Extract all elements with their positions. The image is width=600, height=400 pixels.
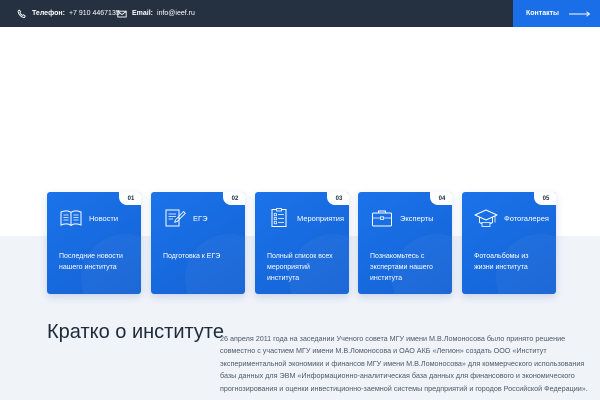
card-title: Фотогалерея (504, 213, 549, 223)
email-value[interactable]: info@ieef.ru (157, 10, 195, 17)
card-description: Полный список всех мероприятий института (267, 253, 333, 282)
card-number: 02 (223, 192, 245, 205)
card-title: Мероприятия (297, 213, 345, 223)
email-contact[interactable]: Email: info@ieef.ru (117, 0, 195, 27)
card-number: 03 (327, 192, 349, 205)
phone-icon (17, 9, 27, 19)
card-number: 01 (119, 192, 141, 205)
briefcase-icon (370, 208, 394, 228)
mail-icon (117, 9, 127, 19)
contacts-button[interactable]: Контакты (513, 0, 600, 27)
card-description: Подготовка к ЕГЭ (163, 253, 221, 260)
phone-value[interactable]: +7 910 4467135 (69, 10, 120, 17)
email-label: Email: (132, 10, 154, 17)
top-bar: Телефон: +7 910 4467135 Email: info@ieef… (0, 0, 600, 27)
graduation-cap-icon (474, 208, 498, 228)
arrow-right-icon (569, 10, 591, 17)
checklist-icon (267, 208, 291, 228)
card-experts[interactable]: 04 Эксперты Познакомьтесь с экспертами н… (358, 192, 452, 294)
card-title: Новости (89, 213, 119, 223)
card-number: 04 (430, 192, 452, 205)
card-gallery[interactable]: 05 Фотогалерея Фотоальбомы из жизни инст… (462, 192, 556, 294)
book-icon (59, 208, 83, 228)
card-description: Познакомьтесь с экспертами нашего инстит… (370, 253, 433, 282)
phone-contact[interactable]: Телефон: +7 910 4467135 (17, 0, 120, 27)
about-text: 26 апреля 2011 года на заседании Ученого… (220, 334, 588, 393)
card-number: 05 (534, 192, 556, 205)
phone-label: Телефон: (32, 10, 65, 17)
contacts-button-label: Контакты (526, 10, 560, 17)
card-description: Фотоальбомы из жизни института (474, 253, 529, 271)
card-description: Последние новости нашего института (59, 253, 123, 271)
card-ege[interactable]: 02 ЕГЭ Подготовка к ЕГЭ (151, 192, 245, 294)
card-events[interactable]: 03 Мероприятия Полный список всех меропр… (255, 192, 349, 294)
card-title: ЕГЭ (193, 213, 208, 223)
card-news[interactable]: 01 Новости Последние новости нашего инст… (47, 192, 141, 294)
exam-edit-icon (163, 208, 187, 228)
card-title: Эксперты (400, 213, 434, 223)
about-title: Кратко о институте (47, 321, 224, 343)
